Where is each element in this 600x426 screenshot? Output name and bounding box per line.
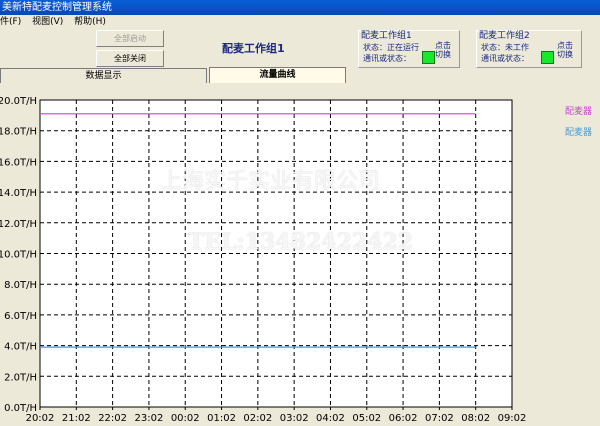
y-tick-label: 12.0T/H bbox=[0, 219, 37, 230]
workgroup-2-panel: 配麦工作组2 状态：未工作 通讯或状态： 点击 切换 bbox=[476, 30, 582, 68]
x-tick-label: 23:02 bbox=[135, 413, 164, 423]
y-tick-label: 4.0T/H bbox=[4, 342, 37, 353]
workgroup-2-title: 配麦工作组2 bbox=[479, 31, 530, 41]
menu-view[interactable]: 视图(V) bbox=[32, 17, 63, 27]
workgroup-1-status-led bbox=[422, 51, 435, 64]
y-tick-label: 14.0T/H bbox=[0, 188, 37, 199]
menu-file[interactable]: 件(F) bbox=[0, 17, 21, 27]
legend-item-1: 配麦器 bbox=[565, 107, 593, 117]
y-tick-label: 16.0T/H bbox=[0, 157, 37, 168]
workgroup-2-switch-top: 点击 bbox=[557, 41, 573, 50]
workgroup-1-panel: 配麦工作组1 状态：正在运行 通讯或状态： 点击 切换 bbox=[358, 30, 460, 68]
y-tick-label: 20.0T/H bbox=[0, 96, 37, 107]
y-tick-label: 18.0T/H bbox=[0, 127, 37, 138]
x-tick-label: 00:02 bbox=[171, 413, 200, 423]
x-tick-label: 09:02 bbox=[498, 413, 527, 423]
start-all-button[interactable]: 全部启动 bbox=[96, 30, 164, 47]
x-tick-label: 01:02 bbox=[207, 413, 236, 423]
menu-help[interactable]: 帮助(H) bbox=[74, 17, 106, 27]
tab-flow-curve[interactable]: 流量曲线 bbox=[209, 67, 346, 84]
y-tick-label: 2.0T/H bbox=[4, 372, 37, 383]
x-tick-label: 03:02 bbox=[280, 413, 309, 423]
watermark-company: 上海实千实业有限公司 bbox=[160, 169, 381, 194]
x-tick-label: 20:02 bbox=[26, 413, 55, 423]
x-tick-label: 05:02 bbox=[352, 413, 381, 423]
active-group-title: 配麦工作组1 bbox=[222, 42, 285, 55]
workgroup-2-switch-bottom: 切换 bbox=[557, 50, 573, 59]
tab-data-display[interactable]: 数据显示 bbox=[0, 68, 207, 83]
x-tick-label: 04:02 bbox=[316, 413, 345, 423]
tab-strip: 数据显示 流量曲线 bbox=[0, 67, 600, 84]
y-tick-label: 6.0T/H bbox=[4, 311, 37, 322]
workgroup-1-switch-top: 点击 bbox=[435, 41, 451, 50]
title-bar: 美新特配麦控制管理系统 bbox=[0, 0, 600, 15]
x-tick-label: 02:02 bbox=[243, 413, 272, 423]
legend-item-2: 配麦器 bbox=[565, 128, 593, 138]
x-tick-label: 08:02 bbox=[461, 413, 490, 423]
x-tick-label: 06:02 bbox=[389, 413, 418, 423]
workgroup-2-status: 状态：未工作 bbox=[481, 43, 529, 52]
menu-bar: 件(F) 视图(V) 帮助(H) bbox=[0, 15, 600, 29]
workgroup-2-switch[interactable]: 点击 切换 bbox=[557, 41, 573, 59]
watermark-tel: TEL:13482422422 bbox=[188, 229, 414, 255]
workgroup-2-comm: 通讯或状态： bbox=[481, 54, 529, 63]
x-tick-label: 21:02 bbox=[62, 413, 91, 423]
workgroup-1-status: 状态：正在运行 bbox=[363, 43, 419, 52]
workgroup-1-switch-bottom: 切换 bbox=[435, 50, 451, 59]
window-title: 美新特配麦控制管理系统 bbox=[2, 2, 112, 13]
workgroup-1-comm: 通讯或状态： bbox=[363, 54, 411, 63]
workgroup-1-switch[interactable]: 点击 切换 bbox=[435, 41, 451, 59]
workgroup-1-title: 配麦工作组1 bbox=[361, 31, 412, 41]
x-tick-label: 22:02 bbox=[98, 413, 127, 423]
y-tick-label: 8.0T/H bbox=[4, 280, 37, 291]
y-tick-label: 10.0T/H bbox=[0, 250, 37, 261]
workgroup-2-status-led bbox=[541, 51, 554, 64]
stop-all-button[interactable]: 全部关闭 bbox=[96, 50, 164, 67]
x-tick-label: 07:02 bbox=[425, 413, 454, 423]
